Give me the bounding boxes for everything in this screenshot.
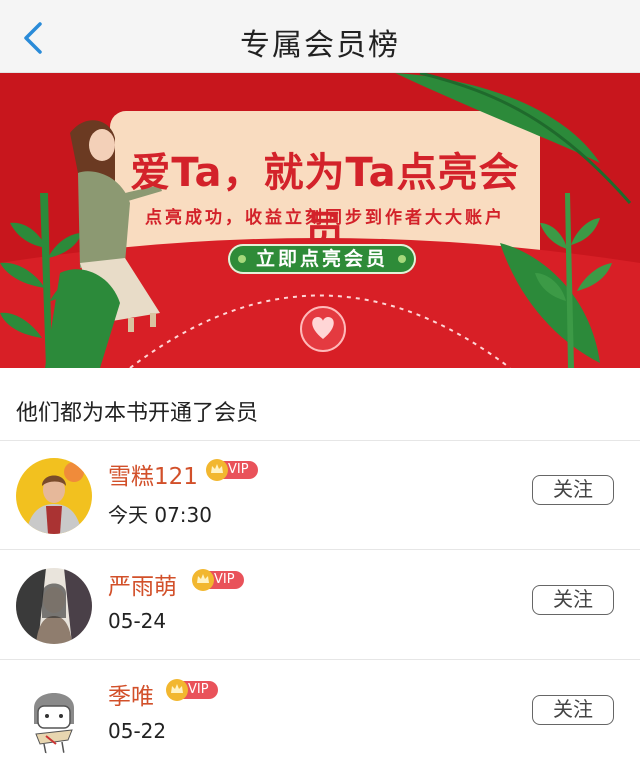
follow-button[interactable]: 关注 — [532, 475, 614, 505]
vip-label: VIP — [214, 572, 235, 587]
banner-subtitle: 点亮成功，收益立刻同步到作者大大账户 — [145, 208, 505, 228]
member-name[interactable]: 严雨萌 — [108, 567, 177, 601]
page-title: 专属会员榜 — [240, 28, 400, 63]
avatar[interactable] — [16, 568, 92, 644]
promo-banner[interactable]: 爱Ta，就为Ta点亮会员 点亮成功，收益立刻同步到作者大大账户 立即点亮会员 — [0, 73, 640, 368]
avatar[interactable] — [16, 458, 92, 534]
member-name[interactable]: 雪糕121 — [108, 457, 198, 491]
divider — [0, 549, 640, 550]
member-row[interactable]: 雪糕121 VIP 今天 07:30 关注 — [0, 441, 640, 549]
member-name[interactable]: 季唯 — [108, 677, 154, 711]
member-date: 05-24 — [108, 609, 167, 633]
member-avatar-image — [16, 678, 92, 754]
section-title: 他们都为本书开通了会员 — [16, 401, 259, 426]
divider — [0, 659, 640, 660]
member-row[interactable]: 季唯 VIP 05-22 关注 — [0, 661, 640, 769]
vip-label: VIP — [228, 462, 249, 477]
follow-button[interactable]: 关注 — [532, 695, 614, 725]
member-date: 今天 07:30 — [108, 503, 212, 527]
banner-title: 爱Ta，就为Ta点亮会员 — [130, 150, 520, 254]
vip-label: VIP — [188, 682, 209, 697]
member-avatar-image — [16, 568, 92, 644]
member-date: 05-22 — [108, 719, 167, 743]
avatar[interactable] — [16, 678, 92, 754]
light-up-membership-button[interactable]: 立即点亮会员 — [228, 244, 416, 274]
follow-button[interactable]: 关注 — [532, 585, 614, 615]
member-avatar-image — [16, 458, 92, 534]
navigation-bar: 专属会员榜 — [0, 0, 640, 73]
member-row[interactable]: 严雨萌 VIP 05-24 关注 — [0, 551, 640, 659]
